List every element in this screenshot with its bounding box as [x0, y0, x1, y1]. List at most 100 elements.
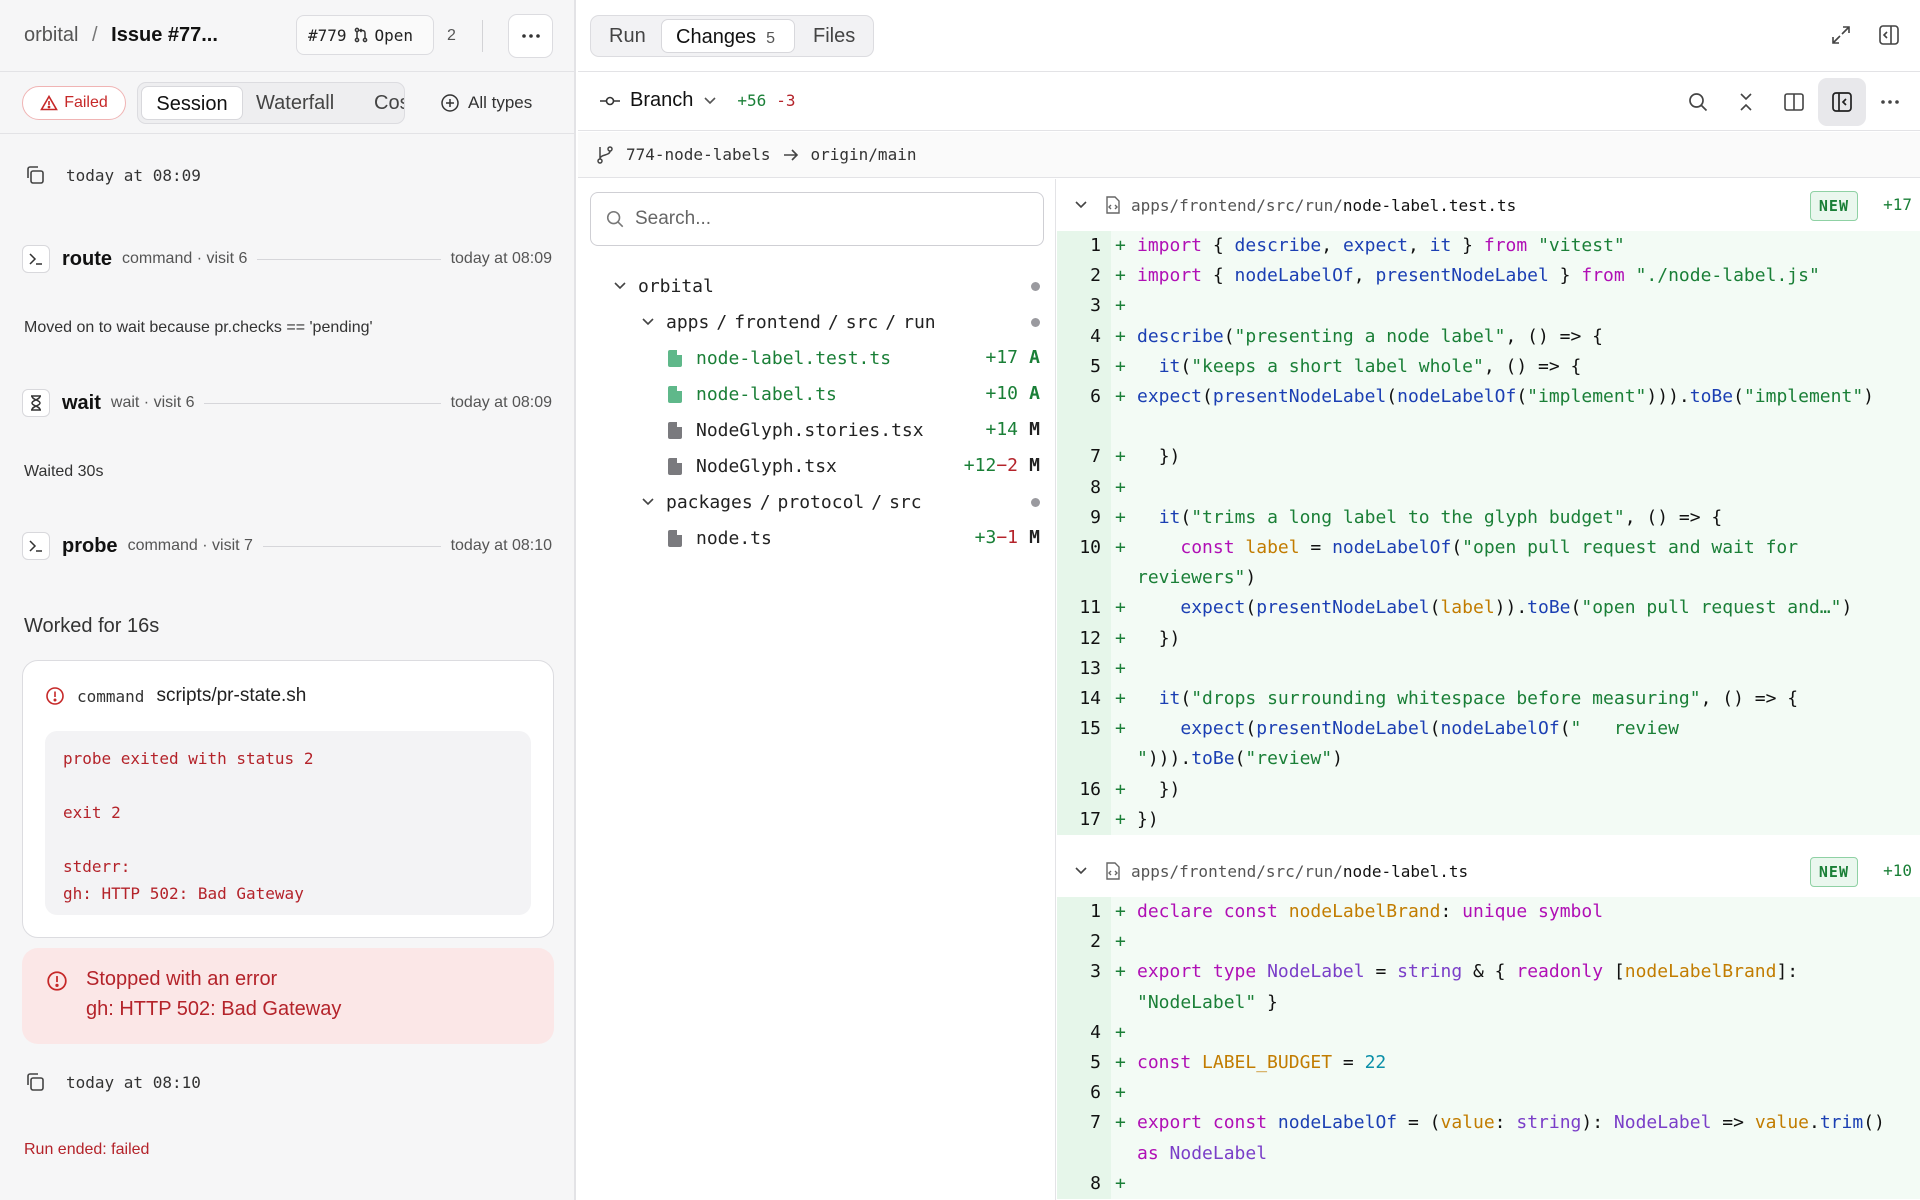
tab-run[interactable]: Run	[609, 16, 646, 56]
failed-label: Failed	[64, 94, 108, 111]
panel-right-icon[interactable]	[1878, 24, 1900, 46]
file-name: NodeGlyph.stories.tsx	[696, 419, 924, 441]
tree-root[interactable]: orbital	[612, 269, 1040, 303]
all-types-filter[interactable]: All types	[440, 93, 532, 113]
branch-comparison: 774-node-labels origin/main	[578, 132, 1920, 178]
run-end-status: Run ended: failed	[24, 1141, 150, 1158]
tree-file[interactable]: node.ts +3−1 M	[668, 521, 1040, 555]
added-marker: +	[1115, 901, 1126, 922]
file-name: node-label.ts	[1342, 861, 1469, 881]
added-marker: +	[1115, 627, 1126, 649]
file-header[interactable]: apps/frontend/src/run/node-label.ts NEW …	[1057, 845, 1920, 897]
failed-badge[interactable]: Failed	[22, 86, 126, 120]
diff-line: 2 +	[1057, 927, 1920, 958]
left-header: orbital / Issue #77... #779 Open 2	[0, 0, 574, 72]
chevron-down-icon[interactable]	[1073, 200, 1089, 210]
diff-line: 2 + import { nodeLabelOf, presentNodeLabel…	[1057, 261, 1920, 292]
tab-changes[interactable]: Changes 5	[661, 19, 795, 53]
file-diffstat: +3−1	[975, 521, 1018, 555]
tree-file[interactable]: NodeGlyph.stories.tsx +14 M	[668, 413, 1040, 447]
breadcrumb: orbital / Issue #77...	[24, 24, 218, 47]
tree-file[interactable]: NodeGlyph.tsx +12−2 M	[668, 449, 1040, 483]
collapse-button[interactable]	[1722, 78, 1770, 126]
issue-status: Open	[374, 25, 414, 45]
tab-session[interactable]: Session	[141, 86, 243, 120]
expand-icon[interactable]	[1830, 24, 1852, 46]
code-text: export type NodeLabel = string & { reado…	[1137, 961, 1809, 1013]
dir-sep: /	[827, 311, 839, 333]
breadcrumb-project[interactable]: orbital	[24, 24, 78, 46]
tree-file[interactable]: node-label.ts +10 A	[668, 377, 1040, 411]
copy-icon[interactable]	[24, 164, 46, 186]
diff-line: 14 + it("drops surrounding whitespace bef…	[1057, 684, 1920, 715]
chevron-down-icon	[640, 317, 656, 327]
diff-line: 8 +	[1057, 1168, 1920, 1199]
tab-cost[interactable]: Cost	[374, 83, 404, 123]
code-text: it("drops surrounding whitespace before …	[1158, 688, 1799, 709]
file-header[interactable]: apps/frontend/src/run/node-label.test.ts…	[1057, 179, 1920, 231]
diff-view: apps/frontend/src/run/node-label.test.ts…	[1057, 179, 1920, 1200]
more-button[interactable]	[508, 14, 553, 58]
line-number: 5	[1057, 1048, 1111, 1079]
code-text: expect(presentNodeLabel(nodeLabelOf("imp…	[1137, 386, 1875, 407]
code-text: it("trims a long label to the glyph budg…	[1158, 506, 1723, 528]
split-view-button[interactable]	[1770, 78, 1818, 126]
arrow-right-icon	[783, 148, 799, 162]
branch-selector[interactable]: Branch +56 -3	[600, 89, 796, 112]
diff-line: 15 + expect(presentNodeLabel(nodeLabelOf(…	[1057, 714, 1920, 775]
columns-icon	[1783, 92, 1805, 112]
tree-file[interactable]: node-label.test.ts +17 A	[668, 341, 1040, 375]
line-number: 3	[1057, 957, 1111, 1018]
search-icon	[605, 209, 625, 229]
lines-added: +56	[737, 91, 767, 110]
line-number: 8	[1057, 1168, 1111, 1199]
line-number: 4	[1057, 321, 1111, 352]
code-text: })	[1137, 446, 1181, 468]
search-button[interactable]	[1674, 78, 1722, 126]
event-name: wait	[62, 391, 101, 414]
copy-icon[interactable]	[24, 1071, 46, 1093]
file-tree-toggle[interactable]	[1818, 78, 1866, 126]
line-number: 10	[1057, 533, 1111, 594]
issue-pill[interactable]: #779 Open	[296, 15, 434, 55]
dir-seg: apps	[666, 311, 710, 333]
tab-files[interactable]: Files	[813, 16, 855, 56]
line-number: 12	[1057, 623, 1111, 654]
target-branch: origin/main	[810, 145, 917, 164]
line-number: 13	[1057, 653, 1111, 684]
command-header: command scripts/pr-state.sh	[45, 685, 306, 707]
line-number: 14	[1057, 684, 1111, 715]
file-added: +17	[1883, 195, 1912, 214]
tab-waterfall[interactable]: Waterfall	[256, 83, 334, 123]
file-name: node-label.test.ts	[696, 347, 892, 369]
breadcrumb-issue[interactable]: Issue #77...	[111, 24, 218, 46]
file-search[interactable]: Search...	[590, 192, 1044, 246]
file-status: A	[1029, 347, 1040, 368]
chevron-down-icon[interactable]	[1073, 866, 1089, 876]
added-marker: +	[1115, 931, 1126, 953]
event-route[interactable]: route command · visit 6 today at 08:09	[22, 244, 552, 274]
command-card[interactable]: command scripts/pr-state.sh probe exited…	[22, 660, 554, 938]
code-text: })	[1137, 808, 1159, 830]
added-marker: +	[1115, 265, 1126, 287]
main-tabs: Run Changes 5 Files	[590, 15, 874, 57]
more-options-button[interactable]	[1866, 78, 1914, 126]
error-title: Stopped with an error	[86, 968, 278, 990]
code-text: })	[1137, 778, 1181, 800]
tree-dir-run[interactable]: apps / frontend / src / run	[640, 305, 1040, 339]
event-wait[interactable]: wait wait · visit 6 today at 08:09	[22, 388, 552, 418]
diff-line: 4 +	[1057, 1017, 1920, 1048]
code-file-icon	[1105, 862, 1121, 880]
session-tabs-bar: Failed Session Waterfall Cost All types	[0, 73, 574, 134]
dir-sep: /	[885, 311, 897, 333]
tree-dir-protocol[interactable]: packages / protocol / src	[640, 485, 1040, 519]
file-icon	[668, 529, 682, 547]
issue-number: #779	[308, 25, 347, 45]
added-marker: +	[1115, 355, 1126, 377]
event-probe[interactable]: probe command · visit 7 today at 08:10	[22, 531, 552, 561]
diff-line: 6 +	[1057, 1078, 1920, 1109]
code-file-icon	[1105, 196, 1121, 214]
timestamp-row: today at 08:09	[24, 164, 201, 186]
event-time: today at 08:10	[450, 537, 552, 554]
header-divider	[482, 20, 483, 52]
